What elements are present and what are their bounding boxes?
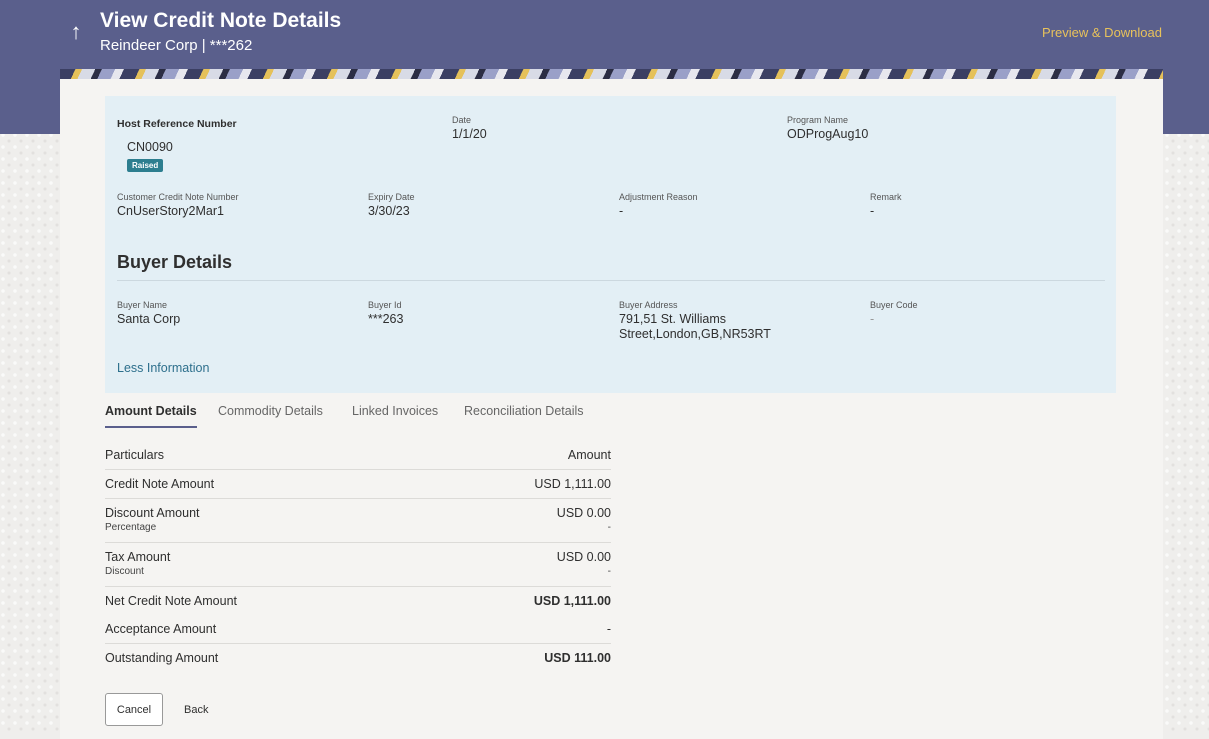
date-field: Date 1/1/20 xyxy=(452,115,487,142)
amount-details-table: Particulars Amount Credit Note Amount US… xyxy=(105,441,611,672)
table-header-row: Particulars Amount xyxy=(105,441,611,470)
program-name-value: ODProgAug10 xyxy=(787,127,869,141)
net-credit-note-label: Net Credit Note Amount xyxy=(105,594,238,608)
particulars-header: Particulars xyxy=(105,448,165,462)
discount-amount-value: USD 0.00 xyxy=(556,506,611,520)
customer-credit-note-value: CnUserStory2Mar1 xyxy=(117,204,224,218)
acceptance-amount-value: - xyxy=(606,622,611,636)
info-panel: Host Reference Number CN0090 Raised Date… xyxy=(105,96,1116,393)
buyer-address-line2: Street,London,GB,NR53RT xyxy=(619,327,771,341)
table-row: Credit Note Amount USD 1,111.00 xyxy=(105,470,611,499)
date-label: Date xyxy=(452,115,472,125)
discount-amount-label: Discount Amount xyxy=(105,506,200,520)
adjustment-reason-value: - xyxy=(619,204,624,218)
host-reference-field: Host Reference Number CN0090 Raised xyxy=(117,114,237,173)
table-row: Tax Amount USD 0.00 Discount - xyxy=(105,543,611,587)
tax-amount-value: USD 0.00 xyxy=(556,550,611,564)
outstanding-amount-label: Outstanding Amount xyxy=(105,651,219,665)
buyer-name-value: Santa Corp xyxy=(117,312,181,326)
tab-linked-invoices[interactable]: Linked Invoices xyxy=(352,404,438,426)
net-credit-note-value: USD 1,111.00 xyxy=(533,594,611,608)
discount-percentage-value: - xyxy=(607,522,611,533)
buyer-id-label: Buyer Id xyxy=(368,300,402,310)
tab-reconciliation-details[interactable]: Reconciliation Details xyxy=(464,404,584,426)
back-button[interactable]: Back xyxy=(178,693,214,726)
buyer-code-value: - xyxy=(870,312,875,326)
preview-download-link[interactable]: Preview & Download xyxy=(1042,25,1162,40)
table-row: Acceptance Amount - xyxy=(105,615,611,644)
buyer-address-field: Buyer Address 791,51 St. Williams Street… xyxy=(619,300,771,342)
remark-label: Remark xyxy=(870,192,902,202)
acceptance-amount-label: Acceptance Amount xyxy=(105,622,217,636)
banner-pattern-strip xyxy=(60,69,1163,79)
buyer-code-label: Buyer Code xyxy=(870,300,918,310)
buyer-name-label: Buyer Name xyxy=(117,300,168,310)
arrow-up-icon[interactable]: ↑ xyxy=(66,18,86,46)
table-row: Discount Amount USD 0.00 Percentage - xyxy=(105,499,611,543)
table-row: Net Credit Note Amount USD 1,111.00 xyxy=(105,587,611,615)
customer-credit-note-label: Customer Credit Note Number xyxy=(117,192,239,202)
section-divider xyxy=(117,280,1105,281)
buyer-address-line1: 791,51 St. Williams xyxy=(619,312,726,326)
customer-credit-note-field: Customer Credit Note Number CnUserStory2… xyxy=(117,192,239,219)
date-value: 1/1/20 xyxy=(452,127,487,141)
tab-amount-details[interactable]: Amount Details xyxy=(105,404,197,428)
details-card: Host Reference Number CN0090 Raised Date… xyxy=(60,79,1163,739)
cancel-button[interactable]: Cancel xyxy=(105,693,163,726)
host-reference-value: CN0090 xyxy=(127,140,173,154)
remark-field: Remark - xyxy=(870,192,902,219)
buyer-code-field: Buyer Code - xyxy=(870,300,918,327)
buyer-details-title: Buyer Details xyxy=(117,252,233,272)
program-name-field: Program Name ODProgAug10 xyxy=(787,115,868,142)
less-information-link[interactable]: Less Information xyxy=(117,361,209,375)
program-name-label: Program Name xyxy=(787,115,849,125)
remark-value: - xyxy=(870,204,875,218)
discount-percentage-label: Percentage xyxy=(105,522,157,533)
buyer-id-value: ***263 xyxy=(368,312,404,326)
tax-discount-label: Discount xyxy=(105,566,144,577)
credit-note-amount-value: USD 1,111.00 xyxy=(534,477,611,491)
outstanding-amount-value: USD 111.00 xyxy=(544,651,611,665)
expiry-date-label: Expiry Date xyxy=(368,192,415,202)
page-subtitle: Reindeer Corp | ***262 xyxy=(100,37,253,54)
tax-amount-label: Tax Amount xyxy=(105,550,171,564)
adjustment-reason-field: Adjustment Reason - xyxy=(619,192,698,219)
tax-discount-value: - xyxy=(607,566,611,577)
host-reference-label: Host Reference Number xyxy=(117,118,237,130)
expiry-date-value: 3/30/23 xyxy=(368,204,410,218)
credit-note-amount-label: Credit Note Amount xyxy=(105,477,215,491)
tab-commodity-details[interactable]: Commodity Details xyxy=(218,404,323,426)
adjustment-reason-label: Adjustment Reason xyxy=(619,192,698,202)
status-badge: Raised xyxy=(127,159,164,172)
buyer-name-field: Buyer Name Santa Corp xyxy=(117,300,180,327)
table-row: Outstanding Amount USD 111.00 xyxy=(105,644,611,672)
page-title: View Credit Note Details xyxy=(100,9,342,32)
buyer-id-field: Buyer Id ***263 xyxy=(368,300,403,327)
amount-header: Amount xyxy=(567,448,611,462)
expiry-date-field: Expiry Date 3/30/23 xyxy=(368,192,415,219)
buyer-address-label: Buyer Address xyxy=(619,300,678,310)
